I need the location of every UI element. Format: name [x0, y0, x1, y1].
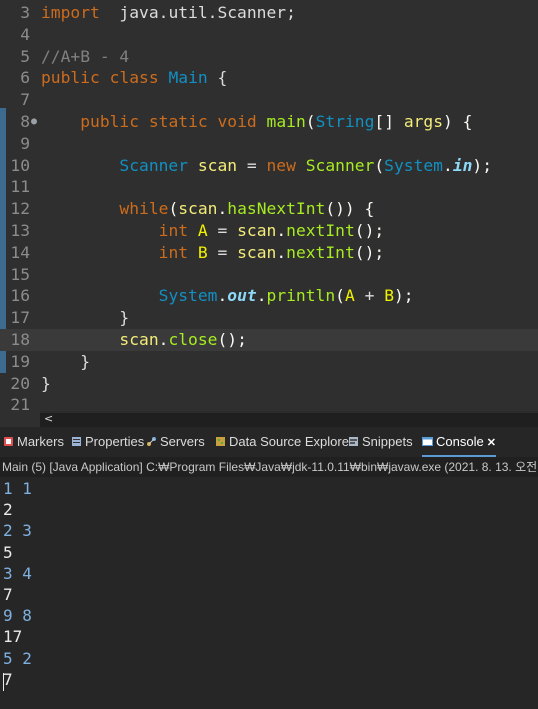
code-line[interactable]: 10 Scanner scan = new Scanner(System.in)…	[0, 155, 538, 177]
line-number: 12	[10, 199, 30, 219]
line-number: 14	[10, 242, 30, 262]
code-line[interactable]: 14 int B = scan.nextInt();	[0, 242, 538, 264]
tab-datasource[interactable]: Data Source Explorer	[215, 427, 353, 457]
tab-snippets[interactable]: Snippets	[348, 427, 413, 457]
code-line[interactable]: 15	[0, 264, 538, 286]
code-text: public class Main {	[41, 68, 228, 88]
code-text: public static void main(String[] args) {	[80, 112, 473, 131]
bottom-panel-tabs: Markers Properties Servers Data Source Expl…	[0, 427, 538, 457]
line-number: 11	[10, 177, 30, 197]
code-line[interactable]: 19 }	[0, 351, 538, 373]
tab-label: Properties	[85, 434, 145, 449]
code-text: scan.close();	[119, 330, 247, 349]
tab-label: Data Source Explorer	[229, 434, 354, 449]
code-line[interactable]: 17 }	[0, 307, 538, 329]
code-line[interactable]: 21	[0, 394, 538, 411]
snippets-icon	[348, 428, 359, 446]
line-number: 3	[20, 3, 30, 22]
code-text: }	[41, 351, 91, 371]
tab-servers[interactable]: Servers	[146, 427, 205, 457]
line-number: 5	[20, 46, 30, 66]
console-input-line: 2 3	[3, 521, 32, 541]
console-process-label: Main (5) [Java Application] C:₩Program F…	[0, 457, 538, 477]
console-input-line: 9 8	[3, 606, 32, 626]
code-text: while(scan.hasNextInt()) {	[119, 199, 375, 219]
console-input-line: 1 1	[3, 479, 32, 498]
console-icon	[422, 428, 433, 446]
code-line[interactable]: 3 import java.util.Scanner;	[0, 2, 538, 24]
code-text: import java.util.Scanner;	[41, 3, 296, 22]
tab-label: Markers	[17, 434, 64, 449]
line-number: 20	[10, 373, 30, 393]
close-icon[interactable]: ✕	[484, 437, 496, 449]
line-number: 16	[10, 286, 30, 306]
code-text: int A = scan.nextInt();	[158, 221, 385, 240]
text-cursor	[3, 673, 4, 691]
code-line[interactable]: 9	[0, 133, 538, 155]
tab-console[interactable]: Console ✕	[422, 427, 496, 457]
tab-label: Servers	[160, 434, 205, 449]
console-output-line: 7	[3, 585, 13, 604]
markers-icon	[3, 428, 14, 446]
code-text: System.out.println(A + B);	[158, 286, 414, 306]
line-number: 19	[10, 351, 30, 371]
code-text: }	[41, 373, 51, 393]
code-text: int B = scan.nextInt();	[158, 242, 385, 262]
servers-icon	[146, 428, 157, 446]
tab-label: Snippets	[362, 434, 413, 449]
console-input-line: 3 4	[3, 563, 32, 583]
code-line[interactable]: 12 while(scan.hasNextInt()) {	[0, 198, 538, 220]
code-line[interactable]: 5 //A+B - 4	[0, 46, 538, 68]
properties-icon	[71, 428, 82, 446]
code-line[interactable]: 8 ● public static void main(String[] args…	[0, 111, 538, 133]
line-number: 17	[10, 308, 30, 328]
line-number: 21	[10, 395, 30, 411]
code-text: }	[41, 308, 130, 328]
line-number: 18	[10, 330, 30, 349]
code-line[interactable]: 18 scan.close();	[0, 329, 538, 351]
line-number: 4	[20, 24, 30, 44]
line-number: 10	[10, 155, 30, 175]
console-output[interactable]: 1 122 353 479 8 17 5 27	[0, 477, 538, 709]
code-editor[interactable]: 3 import java.util.Scanner; 4 5 //A+B - 4 6 pu…	[0, 0, 538, 411]
fold-marker-icon[interactable]: ●	[31, 111, 37, 133]
code-line[interactable]: 4	[0, 24, 538, 46]
console-output-line: 7	[3, 669, 13, 689]
console-output-line: 5	[3, 542, 13, 562]
line-number: 6	[20, 68, 30, 88]
code-line[interactable]: 7	[0, 89, 538, 111]
line-number: 8	[20, 112, 30, 131]
database-icon	[215, 428, 226, 446]
code-line[interactable]: 6 public class Main {	[0, 67, 538, 89]
code-line[interactable]: 13 int A = scan.nextInt();	[0, 220, 538, 242]
code-text: //A+B - 4	[41, 46, 130, 66]
line-number: 15	[10, 264, 30, 284]
code-line[interactable]: 11	[0, 176, 538, 198]
line-number: 7	[20, 90, 30, 110]
console-output-line: 2	[3, 500, 13, 520]
editor-ruler-footer	[0, 411, 40, 427]
code-line[interactable]: 16 System.out.println(A + B);	[0, 285, 538, 307]
tab-properties[interactable]: Properties	[71, 427, 144, 457]
console-input-line: 5 2	[3, 648, 32, 668]
tab-markers[interactable]: Markers	[3, 427, 64, 457]
line-number: 9	[20, 133, 30, 153]
scroll-left-icon[interactable]: <	[44, 412, 53, 425]
horizontal-scrollbar[interactable]: <	[40, 412, 538, 427]
code-line[interactable]: 20}	[0, 373, 538, 395]
console-output-line: 17	[3, 627, 23, 647]
tab-label: Console	[436, 434, 484, 449]
line-number: 13	[10, 221, 30, 240]
code-text: Scanner scan = new Scanner(System.in);	[119, 155, 493, 175]
